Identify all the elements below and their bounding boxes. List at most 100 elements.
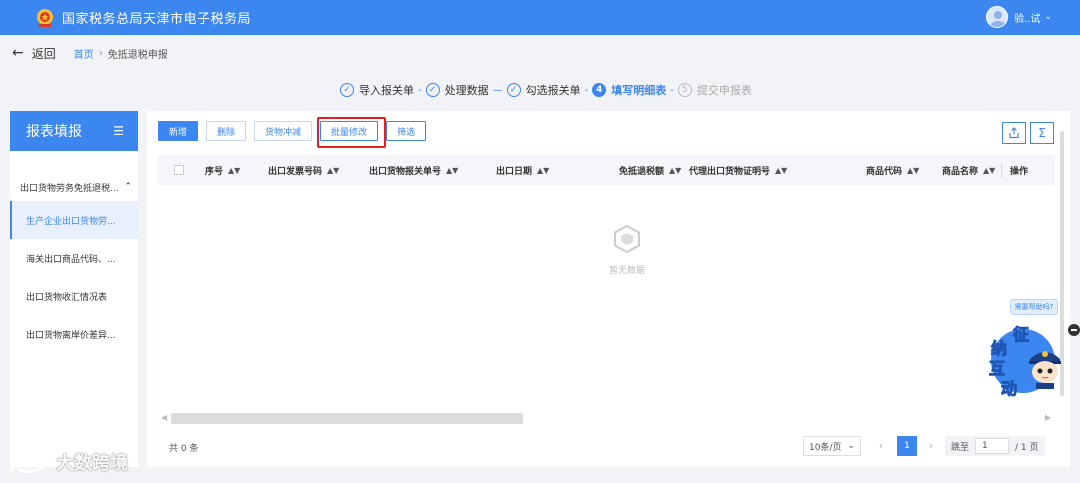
- export-icon[interactable]: [1002, 122, 1026, 144]
- breadcrumb-row: ← 返回 首页 › 免抵退税申报: [0, 35, 1080, 71]
- top-header-bar: 国家税务总局天津市电子税务局 验..试 ⌄: [0, 0, 1080, 35]
- sort-icon: ▲▼: [983, 165, 996, 175]
- next-page-button[interactable]: ›: [929, 441, 933, 452]
- column-header-agent-cert-no[interactable]: 代理出口货物证明号 ▲▼: [689, 155, 787, 185]
- column-header-customs-decl-no[interactable]: 出口货物报关单号 ▲▼: [369, 155, 458, 185]
- sort-icon: ▲▼: [537, 165, 550, 175]
- horizontal-scrollbar[interactable]: [171, 413, 523, 424]
- filter-button[interactable]: 筛选: [386, 121, 427, 141]
- empty-state: 暂无数据: [587, 223, 667, 276]
- column-header-goods-name[interactable]: 商品名称 ▲▼: [942, 155, 995, 185]
- sidebar-group-export[interactable]: 出口货物劳务免抵退税... ⌃: [10, 179, 138, 195]
- mascot-char: 征: [1012, 325, 1030, 345]
- back-button[interactable]: ← 返回: [12, 45, 56, 62]
- check-circle-icon: ✓: [340, 83, 354, 97]
- site-title: 国家税务总局天津市电子税务局: [62, 12, 252, 27]
- progress-steps: ✓ 导入报关单 - ✓ 处理数据 — ✓ 勾选报关单 - 4 填写明细表 - 5…: [340, 80, 752, 100]
- assistant-mascot[interactable]: 征 纳 互 动: [985, 321, 1071, 399]
- goods-offset-button[interactable]: 货物冲减: [254, 121, 313, 141]
- step-label: 提交申报表: [696, 84, 752, 97]
- user-menu[interactable]: 验..试 ⌄: [986, 6, 1052, 28]
- sidebar-item-label[interactable]: 海关出口商品代码、...: [26, 252, 116, 265]
- step-label: 处理数据: [444, 84, 489, 97]
- sidebar-item-fob-difference[interactable]: 出口货物离岸价差异...: [10, 315, 138, 353]
- column-header-invoice-no[interactable]: 出口发票号码 ▲▼: [268, 155, 339, 185]
- step-connector: -: [670, 84, 674, 96]
- page-jump-input[interactable]: 1: [975, 438, 1010, 454]
- column-divider: [1001, 162, 1002, 178]
- mascot-char: 动: [1000, 379, 1018, 399]
- sidebar-item-label[interactable]: 出口货物离岸价差异...: [26, 328, 116, 341]
- menu-collapse-icon[interactable]: ☰: [113, 124, 124, 138]
- jump-label: 跳至: [951, 442, 970, 453]
- total-count: 共 0 条: [169, 444, 199, 454]
- table-header: 序号 ▲▼ 出口发票号码 ▲▼ 出口货物报关单号 ▲▼ 出口日期 ▲▼ 免抵退税额 ▲▼ …: [158, 155, 1055, 185]
- column-header-seq[interactable]: 序号 ▲▼: [205, 155, 240, 185]
- toolbar: 新增 删除 货物冲减 批量修改 筛选: [158, 117, 434, 148]
- sidebar-header: 报表填报 ☰: [10, 111, 138, 151]
- report-sidebar: 报表填报 ☰ 出口货物劳务免抵退税... ⌃ 生产企业出口货物劳... 海关出口…: [10, 111, 138, 467]
- chevron-down-icon[interactable]: ⌄: [847, 441, 855, 451]
- sum-icon[interactable]: Σ: [1030, 122, 1054, 144]
- breadcrumb-separator: ›: [98, 47, 103, 59]
- watermark-logo-icon: [10, 452, 45, 473]
- tax-emblem-icon: [34, 7, 56, 29]
- sort-icon: ▲▼: [228, 165, 241, 175]
- step-process: ✓ 处理数据: [425, 82, 489, 98]
- sort-icon: ▲▼: [907, 165, 920, 175]
- table-tools: Σ: [998, 122, 1054, 144]
- batch-edit-button[interactable]: 批量修改: [320, 121, 379, 141]
- chevron-up-icon[interactable]: ⌃: [124, 182, 132, 192]
- sort-icon: ▲▼: [775, 165, 788, 175]
- pagination: 10条/页 ⌄ ‹ 1 › 跳至 1 / 1 页: [803, 436, 1045, 456]
- scroll-left-arrow[interactable]: ◀: [161, 413, 167, 422]
- step-label: 导入报关单: [359, 84, 414, 97]
- collapse-side-icon[interactable]: [1068, 324, 1080, 336]
- avatar[interactable]: [986, 6, 1009, 28]
- sidebar-item-customs-code[interactable]: 海关出口商品代码、...: [10, 239, 138, 277]
- page-size-select[interactable]: 10条/页 ⌄: [803, 436, 861, 456]
- prev-page-button[interactable]: ‹: [879, 441, 883, 452]
- step-label: 填写明细表: [611, 84, 667, 97]
- page-number-current[interactable]: 1: [897, 436, 917, 456]
- sort-icon: ▲▼: [327, 165, 340, 175]
- sidebar-title: 报表填报: [26, 124, 82, 140]
- sidebar-group-label[interactable]: 出口货物劳务免抵退税...: [20, 181, 119, 194]
- column-header-refund-amount[interactable]: 免抵退税额 ▲▼: [619, 155, 681, 185]
- officer-avatar-icon: [1029, 351, 1061, 389]
- user-name[interactable]: 验..试: [1014, 10, 1040, 25]
- help-bubble[interactable]: 需要帮助吗?: [1010, 299, 1058, 315]
- step-number: 5: [677, 83, 692, 97]
- sort-icon: ▲▼: [446, 165, 459, 175]
- step-connector: -: [418, 84, 422, 96]
- column-header-goods-code[interactable]: 商品代码 ▲▼: [866, 155, 919, 185]
- select-all-checkbox[interactable]: [174, 155, 184, 185]
- sidebar-item-forex-receipt[interactable]: 出口货物收汇情况表: [10, 277, 138, 315]
- column-header-actions: 操作: [1010, 166, 1029, 177]
- step-label: 勾选报关单: [525, 84, 581, 97]
- step-fill-details: 4 填写明细表: [592, 82, 666, 98]
- sidebar-item-production-export[interactable]: 生产企业出口货物劳...: [10, 201, 138, 239]
- step-import: ✓ 导入报关单: [340, 82, 414, 98]
- page-size-value[interactable]: 10条/页: [809, 440, 842, 453]
- breadcrumb: 首页 › 免抵退税申报: [74, 46, 168, 61]
- page-total: / 1 页: [1015, 442, 1039, 453]
- column-header-export-date[interactable]: 出口日期 ▲▼: [496, 155, 549, 185]
- arrow-left-icon[interactable]: ←: [12, 45, 24, 61]
- scroll-right-arrow[interactable]: ▶: [1045, 413, 1051, 422]
- sidebar-item-label[interactable]: 出口货物收汇情况表: [26, 290, 107, 303]
- step-number: 4: [592, 83, 607, 97]
- main-panel: 新增 删除 货物冲减 批量修改 筛选 Σ 序号 ▲▼ 出口发票号码 ▲▼ 出口货物报…: [147, 111, 1070, 467]
- watermark-text: 大数跨境: [56, 453, 128, 474]
- back-label[interactable]: 返回: [32, 45, 56, 62]
- step-submit: 5 提交申报表: [677, 82, 752, 98]
- empty-text: 暂无数据: [608, 266, 645, 276]
- breadcrumb-home-link[interactable]: 首页: [74, 46, 94, 61]
- step-connector: —: [492, 84, 503, 96]
- sort-icon: ▲▼: [669, 165, 682, 175]
- sidebar-item-label[interactable]: 生产企业出口货物劳...: [26, 214, 116, 227]
- watermark: 大数跨境: [8, 449, 128, 475]
- chevron-down-icon[interactable]: ⌄: [1044, 12, 1052, 22]
- add-button[interactable]: 新增: [158, 121, 199, 141]
- delete-button[interactable]: 删除: [206, 121, 247, 141]
